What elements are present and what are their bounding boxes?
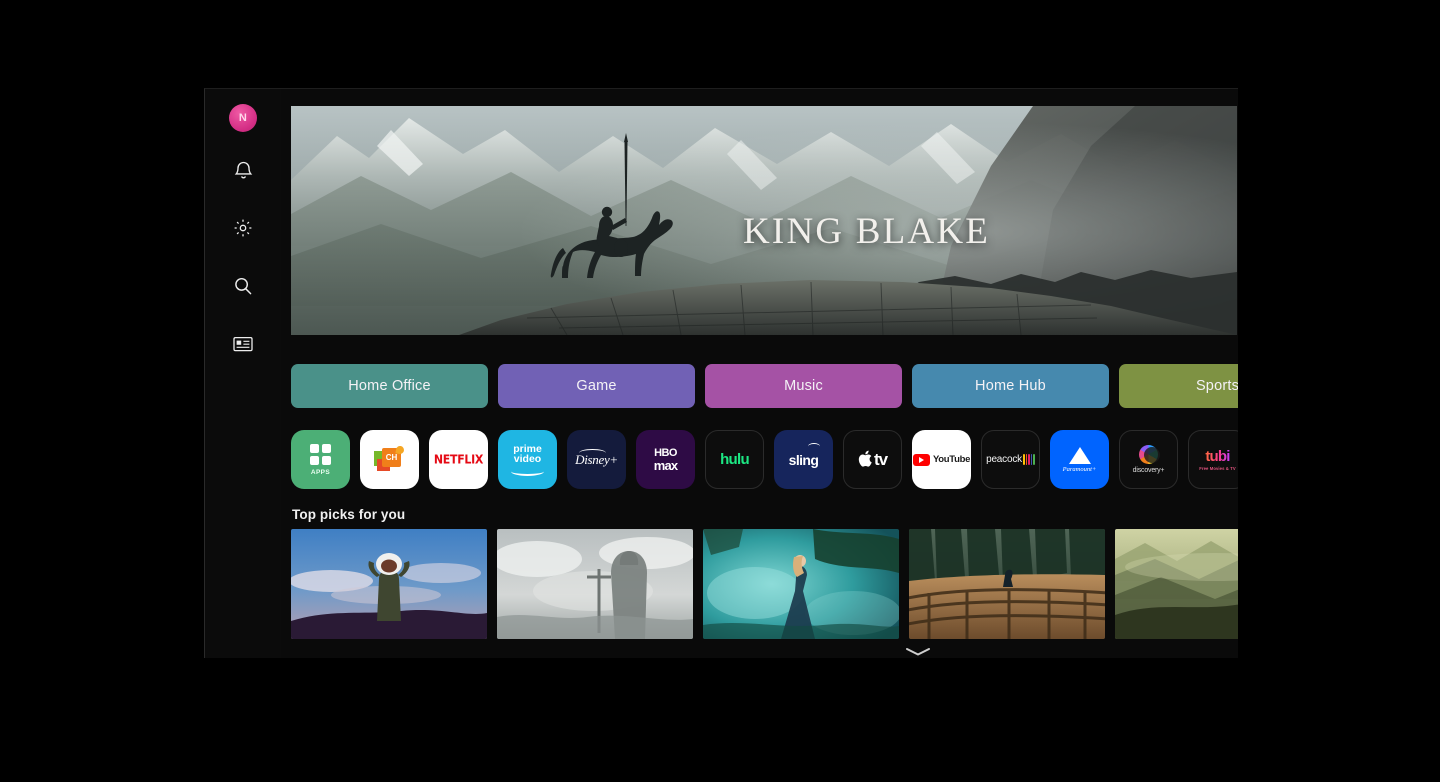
category-home-office[interactable]: Home Office xyxy=(291,364,488,408)
bell-icon xyxy=(234,160,253,180)
apple-icon xyxy=(858,450,873,469)
app-label: YouTube xyxy=(932,454,971,465)
app-sublabel: Free Movies & TV xyxy=(1199,466,1236,471)
app-tile-sling[interactable]: sling xyxy=(774,430,833,489)
sidebar-item-settings[interactable] xyxy=(223,208,263,248)
apps-grid-icon xyxy=(310,443,331,465)
prime-smile-icon xyxy=(511,467,544,476)
app-tile-channels[interactable]: CH xyxy=(360,430,419,489)
top-pick-card[interactable] xyxy=(909,529,1105,639)
hero-title: KING BLAKE xyxy=(743,211,991,252)
paramount-mountain-icon xyxy=(1068,446,1091,464)
app-tile-hulu[interactable]: hulu xyxy=(705,430,764,489)
discovery-globe-icon xyxy=(1139,445,1160,464)
app-row: APPS CH NETFLIX prime video Disney+ HBO … xyxy=(291,430,1238,489)
app-tile-apps[interactable]: APPS xyxy=(291,430,350,489)
app-tile-hbo-max[interactable]: HBO max xyxy=(636,430,695,489)
app-tile-peacock[interactable]: peacock xyxy=(981,430,1040,489)
category-sports[interactable]: Sports xyxy=(1119,364,1238,408)
astronaut-sky-thumbnail xyxy=(291,529,487,639)
app-label-bottom: video xyxy=(513,453,542,465)
sidebar-item-search[interactable] xyxy=(223,266,263,306)
app-label-top: HBO xyxy=(654,446,677,459)
top-pick-card[interactable] xyxy=(703,529,899,639)
top-pick-card[interactable] xyxy=(497,529,693,639)
screenshot-stage: N KING BLAKE Home Office Game Music Home… xyxy=(0,0,1440,782)
app-label: peacock xyxy=(986,454,1022,465)
user-avatar[interactable]: N xyxy=(229,104,257,132)
channels-icon: CH xyxy=(374,444,405,474)
category-row: Home Office Game Music Home Hub Sports xyxy=(291,364,1238,408)
app-label: NETFLIX xyxy=(433,452,484,467)
app-tile-netflix[interactable]: NETFLIX xyxy=(429,430,488,489)
top-picks-row xyxy=(291,529,1238,639)
category-home-hub[interactable]: Home Hub xyxy=(912,364,1109,408)
app-label: tv xyxy=(873,449,888,469)
peacock-feathers-icon xyxy=(1022,454,1035,465)
category-label: Game xyxy=(576,378,617,394)
gear-icon xyxy=(233,218,253,238)
app-tile-tubi[interactable]: tubi Free Movies & TV xyxy=(1188,430,1238,489)
search-icon xyxy=(233,276,253,296)
hero-banner[interactable]: KING BLAKE xyxy=(291,106,1237,335)
avatar-initial: N xyxy=(238,112,248,124)
hooded-knight-thumbnail xyxy=(497,529,693,639)
app-label: discovery+ xyxy=(1132,467,1165,474)
app-label: hulu xyxy=(720,451,750,468)
category-label: Home Office xyxy=(348,378,431,394)
app-label: sling xyxy=(788,451,819,468)
woman-teal-mist-thumbnail xyxy=(703,529,899,639)
category-label: Home Hub xyxy=(975,378,1046,394)
hedge-maze-thumbnail xyxy=(909,529,1105,639)
app-label: Disney+ xyxy=(575,448,618,467)
app-tile-apple-tv[interactable]: tv xyxy=(843,430,902,489)
app-tile-prime-video[interactable]: prime video xyxy=(498,430,557,489)
sidebar-item-inputs[interactable] xyxy=(223,324,263,364)
top-pick-card[interactable] xyxy=(1115,529,1238,639)
app-tile-youtube[interactable]: YouTube xyxy=(912,430,971,489)
sidebar-item-notifications[interactable] xyxy=(223,150,263,190)
app-tile-discovery-plus[interactable]: discovery+ xyxy=(1119,430,1178,489)
app-label-bottom: max xyxy=(653,457,678,473)
sling-arc-icon xyxy=(808,443,820,450)
chevron-down-icon xyxy=(905,647,931,656)
category-game[interactable]: Game xyxy=(498,364,695,408)
content-area: KING BLAKE Home Office Game Music Home H… xyxy=(291,89,1238,658)
app-label: APPS xyxy=(310,468,331,476)
app-tile-paramount-plus[interactable]: Paramount+ xyxy=(1050,430,1109,489)
category-label: Sports xyxy=(1195,378,1238,394)
green-mountains-thumbnail xyxy=(1115,529,1238,639)
category-music[interactable]: Music xyxy=(705,364,902,408)
app-label: tubi xyxy=(1205,448,1230,465)
input-source-icon xyxy=(233,336,253,352)
top-picks-heading: Top picks for you xyxy=(292,507,406,522)
category-label: Music xyxy=(784,378,823,394)
apple-tv-logo: tv xyxy=(858,449,888,470)
left-sidebar: N xyxy=(205,89,281,658)
tv-home-screen: N KING BLAKE Home Office Game Music Home… xyxy=(204,88,1238,658)
youtube-play-icon xyxy=(912,453,930,466)
app-tile-disney-plus[interactable]: Disney+ xyxy=(567,430,626,489)
scroll-down-indicator[interactable] xyxy=(905,647,931,656)
top-pick-card[interactable] xyxy=(291,529,487,639)
